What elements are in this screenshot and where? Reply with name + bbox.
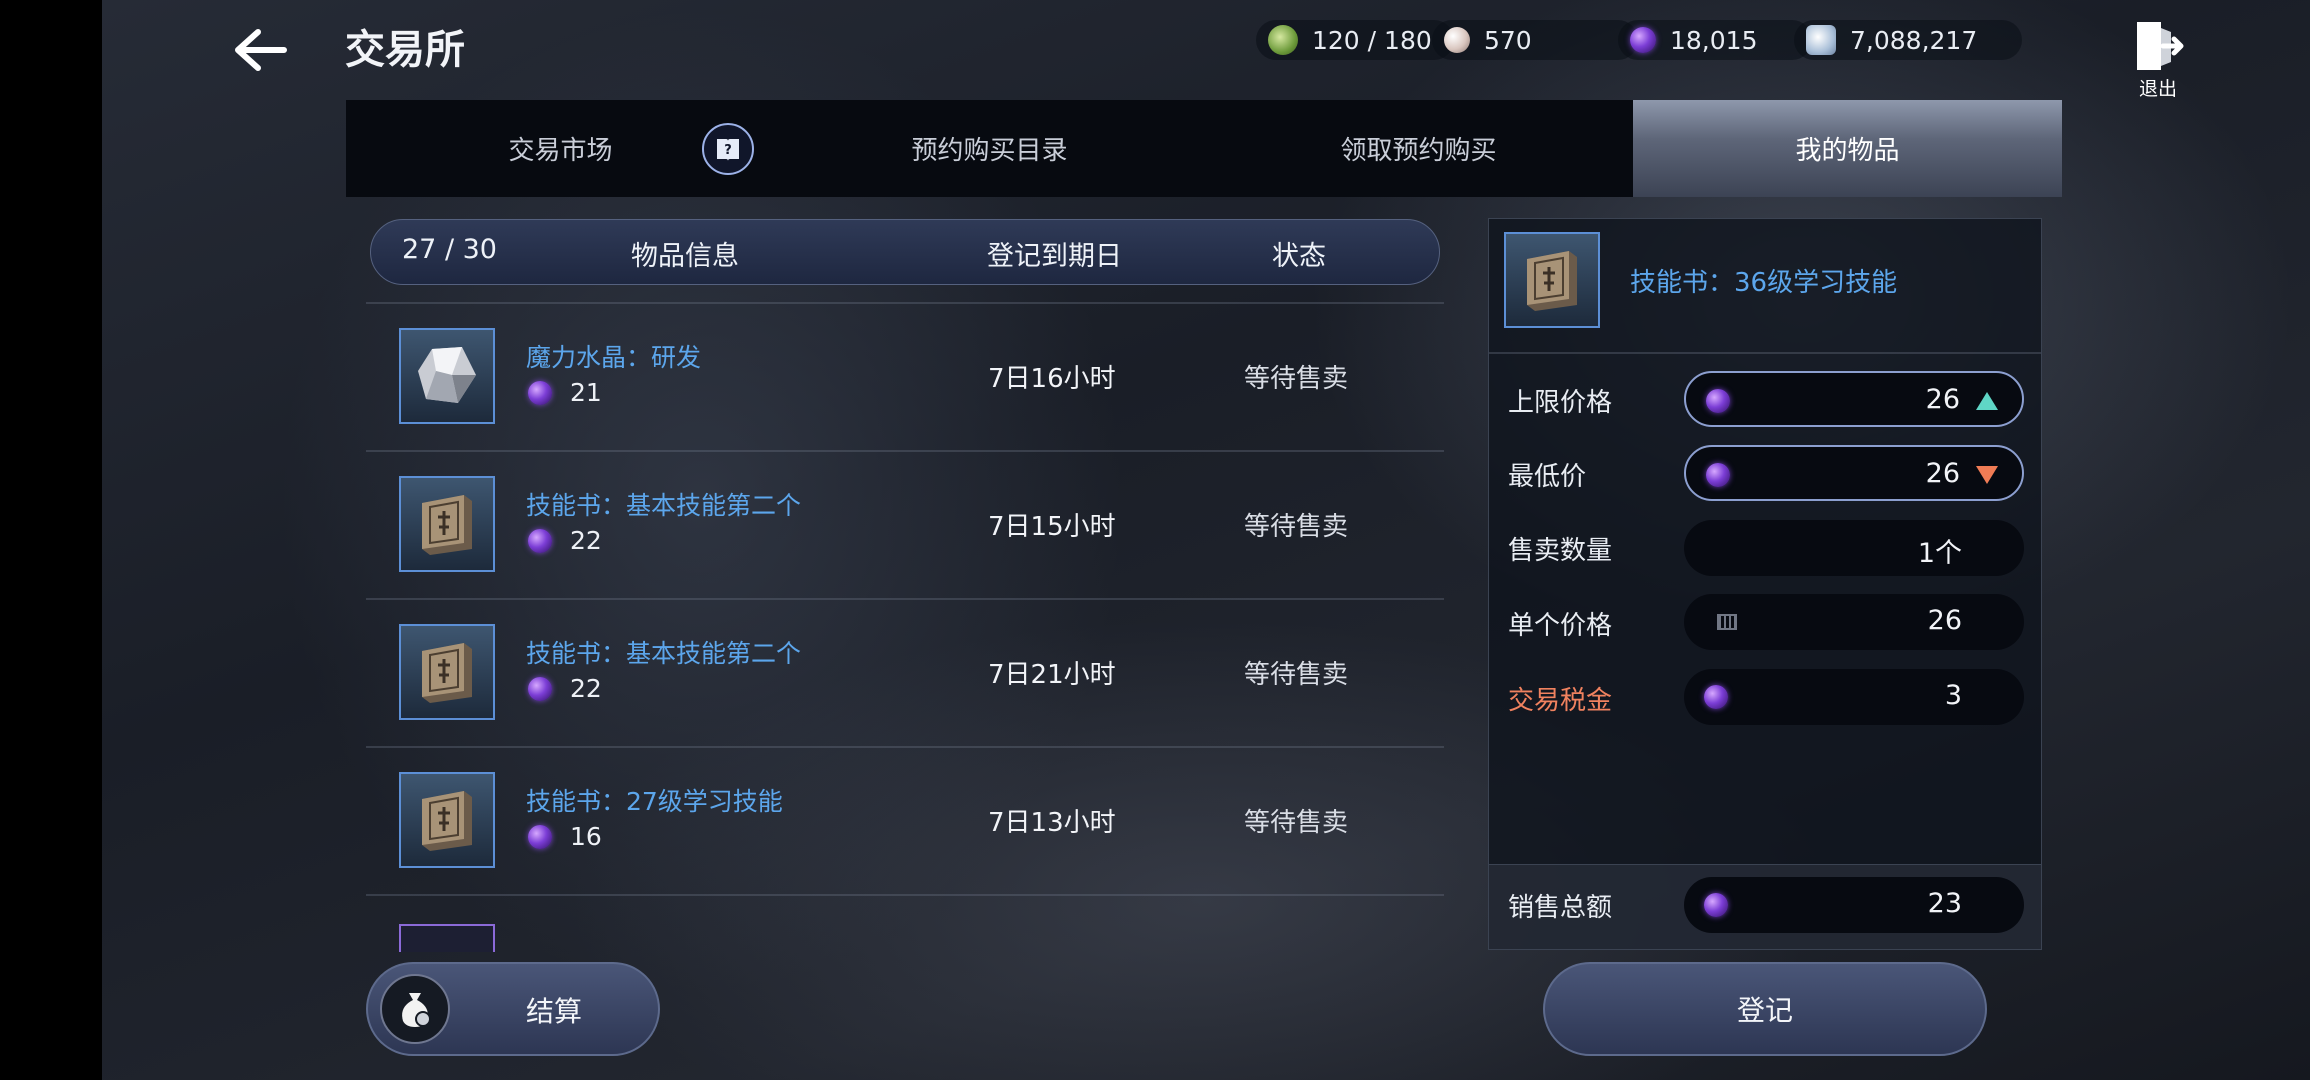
item-thumbnail	[399, 924, 495, 952]
max-price-field[interactable]: 26	[1684, 371, 2024, 427]
list-item[interactable]: 技能书：基本技能第二个 22 7日21小时 等待售卖	[366, 598, 1444, 748]
page-title: 交易所	[345, 27, 465, 73]
resource-diamond: 18,015	[1618, 20, 1812, 60]
item-status: 等待售卖	[1244, 364, 1349, 394]
list-item[interactable]: 技能书：27级学习技能 16 7日13小时 等待售卖	[366, 746, 1444, 896]
item-expiry: 7日16小时	[988, 364, 1116, 394]
item-price: 21	[528, 378, 602, 407]
tab-bar: 交易市场 ? 预约购买目录 领取预约购买 我的物品	[346, 100, 2062, 197]
total-field: 23	[1684, 877, 2024, 933]
list-item[interactable]: 技能书：基本技能第二个 22 7日15小时 等待售卖	[366, 450, 1444, 600]
quantity-field[interactable]: 1个	[1684, 520, 2024, 576]
calculator-icon[interactable]	[1717, 614, 1737, 630]
min-price-value: 26	[1925, 458, 1960, 489]
pearl-icon	[1444, 27, 1470, 53]
unit-price-label: 单个价格	[1508, 611, 1613, 641]
divider	[1489, 352, 2041, 354]
item-status: 等待售卖	[1244, 660, 1349, 690]
item-name: 技能书：基本技能第二个	[526, 491, 802, 520]
col-expiry: 登记到期日	[987, 241, 1122, 272]
max-price-value: 26	[1925, 384, 1960, 415]
purple-diamond-icon	[1704, 893, 1728, 917]
skill-book-icon	[399, 624, 495, 720]
purple-diamond-icon	[1704, 685, 1728, 709]
item-price: 22	[528, 674, 602, 703]
item-name: 技能书：基本技能第二个	[526, 639, 802, 668]
col-item-info: 物品信息	[631, 241, 739, 272]
purple-diamond-icon	[1706, 463, 1730, 487]
settle-button[interactable]: 结算	[366, 962, 660, 1056]
purple-diamond-icon	[1630, 27, 1656, 53]
item-price: 22	[528, 526, 602, 555]
list-item[interactable]: 魔力水晶：研发 21 7日16小时 等待售卖	[366, 302, 1444, 452]
item-name: 魔力水晶：研发	[526, 343, 702, 372]
purple-diamond-icon	[528, 676, 552, 701]
stamina-icon	[1268, 25, 1298, 55]
purple-diamond-icon	[528, 380, 552, 405]
tax-value: 3	[1944, 680, 1962, 711]
exit-label: 退出	[2138, 78, 2177, 100]
increase-arrow-icon[interactable]	[1976, 392, 1998, 410]
resource-pearl: 570	[1432, 20, 1638, 60]
total-label: 销售总额	[1508, 893, 1613, 923]
unit-price-value: 26	[1927, 605, 1962, 636]
help-book-icon[interactable]: ?	[702, 123, 754, 175]
item-status: 等待售卖	[1244, 512, 1349, 542]
decrease-arrow-icon[interactable]	[1976, 466, 1998, 484]
max-price-label: 上限价格	[1508, 388, 1613, 418]
skill-book-icon	[399, 772, 495, 868]
tab-trade-market[interactable]: 交易市场 ?	[346, 100, 775, 197]
unit-price-field[interactable]: 26	[1684, 594, 2024, 650]
skill-book-icon	[399, 476, 495, 572]
tab-my-items[interactable]: 我的物品	[1633, 100, 2062, 197]
svg-text:?: ?	[724, 143, 732, 158]
min-price-field[interactable]: 26	[1684, 445, 2024, 501]
resource-stamina: 120 / 180	[1256, 20, 1454, 60]
settle-label: 结算	[526, 995, 583, 1028]
quantity-label: 售卖数量	[1508, 536, 1613, 566]
tab-claim-reservation[interactable]: 领取预约购买	[1204, 100, 1633, 197]
crystal-icon	[399, 328, 495, 424]
selected-item-name: 技能书：36级学习技能	[1630, 268, 1898, 298]
list-count: 27 / 30	[402, 234, 497, 265]
purple-diamond-icon	[528, 824, 552, 849]
purple-diamond-icon	[528, 528, 552, 553]
item-price: 16	[528, 822, 602, 851]
silver-coin-icon	[1806, 25, 1836, 55]
back-button[interactable]	[225, 22, 291, 78]
min-price-label: 最低价	[1508, 462, 1587, 492]
list-item-partial[interactable]	[366, 894, 1444, 952]
register-button[interactable]: 登记	[1543, 962, 1987, 1056]
item-expiry: 7日15小时	[988, 512, 1116, 542]
item-expiry: 7日21小时	[988, 660, 1116, 690]
item-status: 等待售卖	[1244, 808, 1349, 838]
tax-field: 3	[1684, 669, 2024, 725]
tab-reservation-catalog[interactable]: 预约购买目录	[775, 100, 1204, 197]
tax-label: 交易税金	[1508, 686, 1613, 716]
resource-silver: 7,088,217	[1794, 20, 2022, 60]
skill-book-icon	[1504, 232, 1600, 328]
item-expiry: 7日13小时	[988, 808, 1116, 838]
item-name: 技能书：27级学习技能	[526, 787, 783, 816]
money-bag-icon	[380, 974, 450, 1044]
list-header: 27 / 30 物品信息 登记到期日 状态	[370, 219, 1440, 285]
quantity-value: 1个	[1917, 538, 1962, 569]
exit-door-icon	[2137, 22, 2184, 70]
arrow-left-icon	[235, 29, 287, 71]
exit-button[interactable]: 退出	[2128, 18, 2188, 100]
total-value: 23	[1927, 888, 1962, 919]
col-status: 状态	[1272, 241, 1326, 272]
purple-diamond-icon	[1706, 389, 1730, 413]
